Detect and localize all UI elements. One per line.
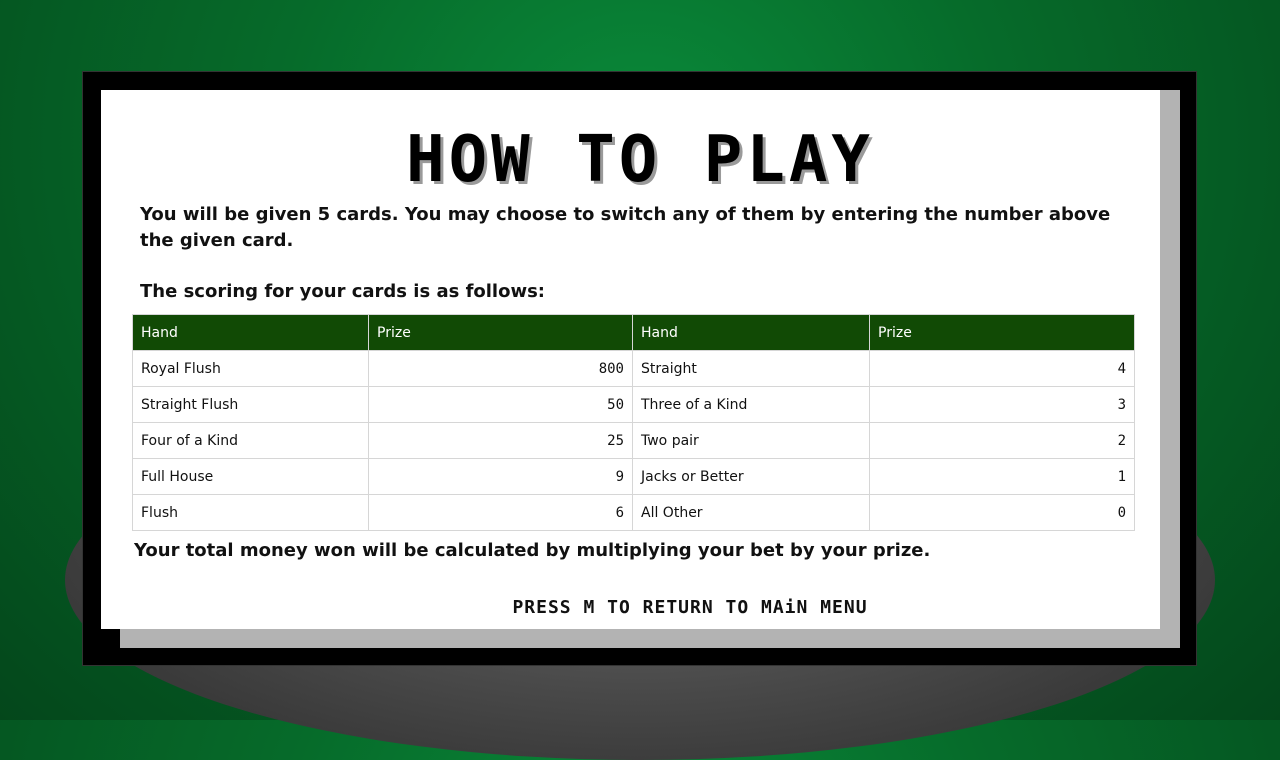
- hand-cell: Straight Flush: [132, 386, 369, 423]
- prize-cell: 2: [869, 422, 1135, 459]
- prize-cell: 800: [368, 350, 633, 387]
- column-header: Hand: [132, 314, 369, 351]
- payout-table: Hand Prize Hand Prize Royal Flush 800 St…: [132, 314, 1135, 531]
- prize-cell: 1: [869, 458, 1135, 495]
- hand-cell: Three of a Kind: [632, 386, 870, 423]
- column-header: Prize: [869, 314, 1135, 351]
- table-header-row: Hand Prize Hand Prize: [132, 314, 1135, 351]
- hand-cell: Jacks or Better: [632, 458, 870, 495]
- prize-cell: 3: [869, 386, 1135, 423]
- prize-cell: 4: [869, 350, 1135, 387]
- table-row: Flush 6 All Other 0: [132, 494, 1135, 531]
- prize-cell: 9: [368, 458, 633, 495]
- column-header: Prize: [368, 314, 633, 351]
- prize-cell: 0: [869, 494, 1135, 531]
- winnings-note: Your total money won will be calculated …: [134, 540, 931, 561]
- hand-cell: Four of a Kind: [132, 422, 369, 459]
- instructions-text: You will be given 5 cards. You may choos…: [140, 204, 1111, 251]
- table-row: Full House 9 Jacks or Better 1: [132, 458, 1135, 495]
- table-row: Four of a Kind 25 Two pair 2: [132, 422, 1135, 459]
- hand-cell: Flush: [132, 494, 369, 531]
- table-row: Royal Flush 800 Straight 4: [132, 350, 1135, 387]
- prize-cell: 25: [368, 422, 633, 459]
- hand-cell: Royal Flush: [132, 350, 369, 387]
- page-title: HOW TO PLAY: [406, 123, 874, 197]
- table-row: Straight Flush 50 Three of a Kind 3: [132, 386, 1135, 423]
- hand-cell: All Other: [632, 494, 870, 531]
- return-to-menu-hint: PRESS M TO RETURN TO MAiN MENU: [512, 597, 868, 618]
- prize-cell: 50: [368, 386, 633, 423]
- column-header: Hand: [632, 314, 870, 351]
- scoring-heading: The scoring for your cards is as follows…: [140, 281, 546, 302]
- hand-cell: Straight: [632, 350, 870, 387]
- hand-cell: Two pair: [632, 422, 870, 459]
- hand-cell: Full House: [132, 458, 369, 495]
- prize-cell: 6: [368, 494, 633, 531]
